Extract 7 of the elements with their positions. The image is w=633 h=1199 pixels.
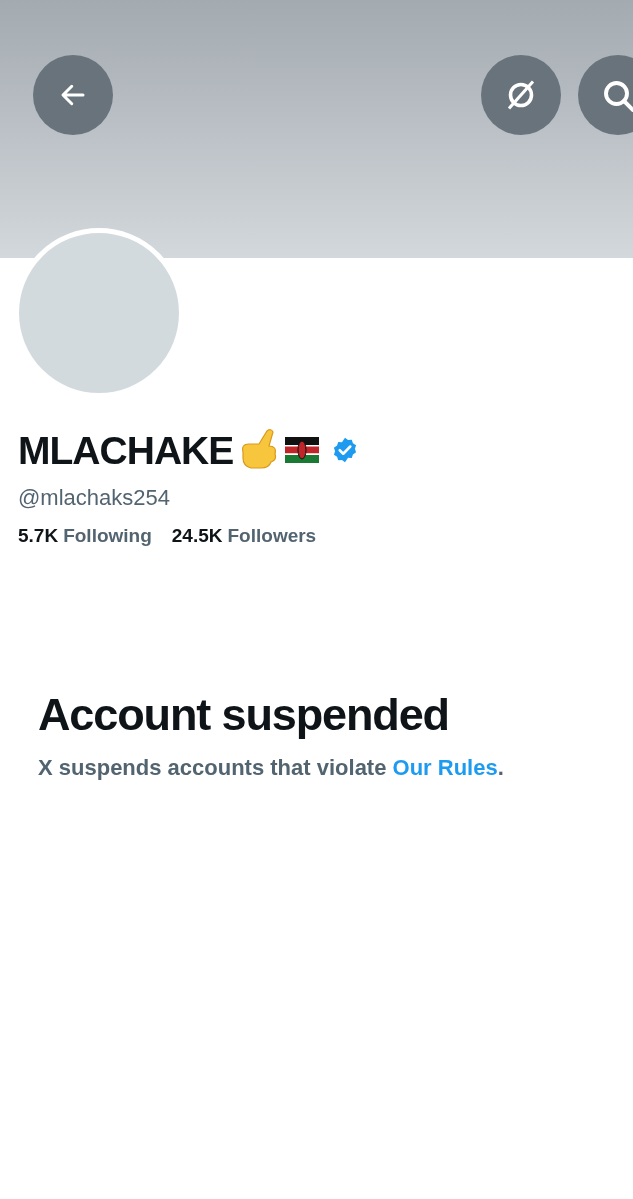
suspended-title: Account suspended (38, 688, 450, 742)
display-name: MLACHAKE (18, 430, 234, 470)
kenya-flag-icon (285, 437, 320, 463)
stat-link[interactable]: 5.7K Following (18, 521, 152, 550)
user-handle: @mlachaks254 (18, 484, 171, 512)
suspended-message: X suspends accounts that violate Our Rules. (38, 754, 505, 783)
stat-link[interactable]: 24.5K Followers (171, 521, 317, 550)
